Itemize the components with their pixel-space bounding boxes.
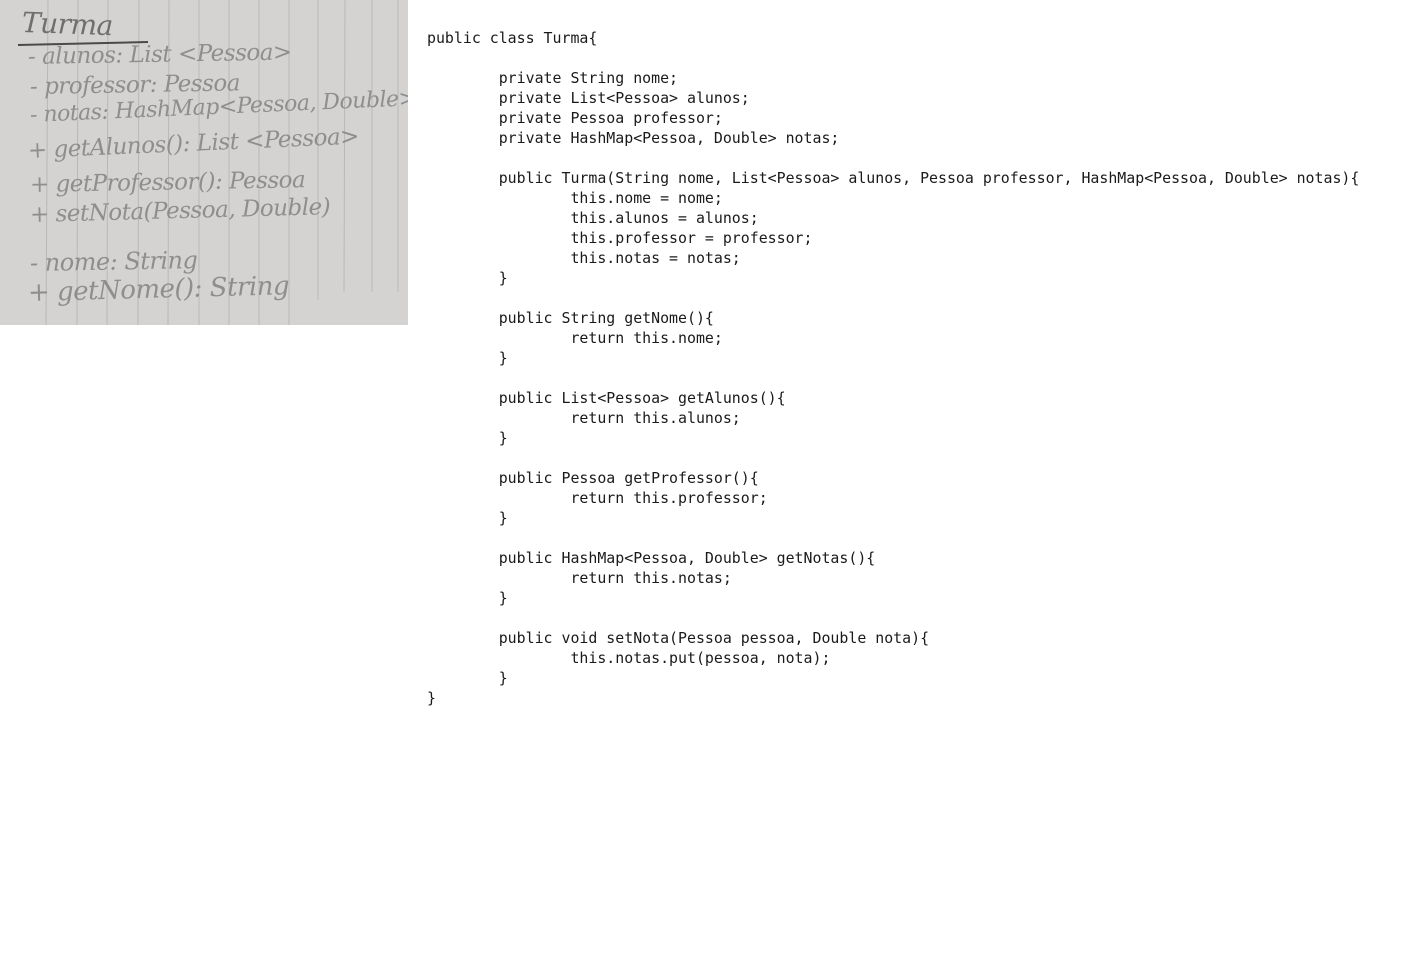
code-line: return this.alunos; (427, 409, 741, 427)
code-line: } (427, 429, 508, 447)
code-line: } (427, 349, 508, 367)
code-line: private List<Pessoa> alunos; (427, 89, 750, 107)
code-line: public String getNome(){ (427, 309, 714, 327)
code-line: public class Turma{ (427, 29, 598, 47)
code-line: this.professor = professor; (427, 229, 813, 247)
code-line: return this.professor; (427, 489, 768, 507)
note-line: - nome: String (29, 246, 198, 277)
code-line: this.alunos = alunos; (427, 209, 759, 227)
code-line: private HashMap<Pessoa, Double> notas; (427, 129, 840, 147)
code-line: private String nome; (427, 69, 679, 87)
code-line: public HashMap<Pessoa, Double> getNotas(… (427, 549, 876, 567)
code-line: } (427, 269, 508, 287)
java-code-block: public class Turma{ private String nome;… (427, 28, 1359, 708)
code-line: this.notas.put(pessoa, nota); (427, 649, 831, 667)
code-line: public void setNota(Pessoa pessoa, Doubl… (427, 629, 930, 647)
note-line: + getProfessor(): Pessoa (29, 167, 306, 198)
code-line: private Pessoa professor; (427, 109, 723, 127)
code-line: } (427, 509, 508, 527)
note-line: - alunos: List <Pessoa> (27, 39, 292, 70)
code-line: this.nome = nome; (427, 189, 723, 207)
code-line: return this.notas; (427, 569, 732, 587)
code-line: public Turma(String nome, List<Pessoa> a… (427, 169, 1360, 187)
handwritten-class-diagram-photo: Turma - alunos: List <Pessoa> - professo… (0, 0, 408, 325)
note-class-title: Turma (21, 6, 114, 43)
code-line: public List<Pessoa> getAlunos(){ (427, 389, 786, 407)
code-line: } (427, 689, 436, 707)
code-line: } (427, 589, 508, 607)
code-line: } (427, 669, 508, 687)
code-line: this.notas = notas; (427, 249, 741, 267)
code-line: public Pessoa getProfessor(){ (427, 469, 759, 487)
code-line: return this.nome; (427, 329, 723, 347)
